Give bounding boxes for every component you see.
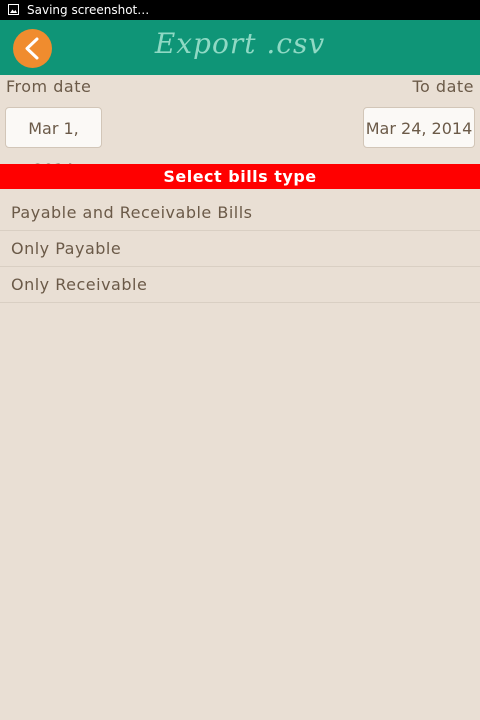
status-bar: Saving screenshot… <box>0 0 480 20</box>
app-bar: Export .csv <box>0 20 480 75</box>
bill-option-only-payable[interactable]: Only Payable <box>0 231 480 267</box>
chevron-left-icon <box>25 37 39 60</box>
bill-type-list: Payable and Receivable Bills Only Payabl… <box>0 195 480 303</box>
to-date-picker[interactable]: Mar 24, 2014 <box>363 107 475 148</box>
image-icon <box>8 4 19 15</box>
from-date-label: From date <box>6 77 92 96</box>
from-date-picker[interactable]: Mar 1, 2014 <box>5 107 102 179</box>
bill-type-header: Select bills type <box>0 164 480 189</box>
bill-option-payable-and-receivable[interactable]: Payable and Receivable Bills <box>0 195 480 231</box>
to-date-label: To date <box>412 77 474 96</box>
page-title: Export .csv <box>154 27 326 60</box>
status-text: Saving screenshot… <box>27 3 150 17</box>
bill-option-only-receivable[interactable]: Only Receivable <box>0 267 480 303</box>
back-button[interactable] <box>13 29 52 68</box>
